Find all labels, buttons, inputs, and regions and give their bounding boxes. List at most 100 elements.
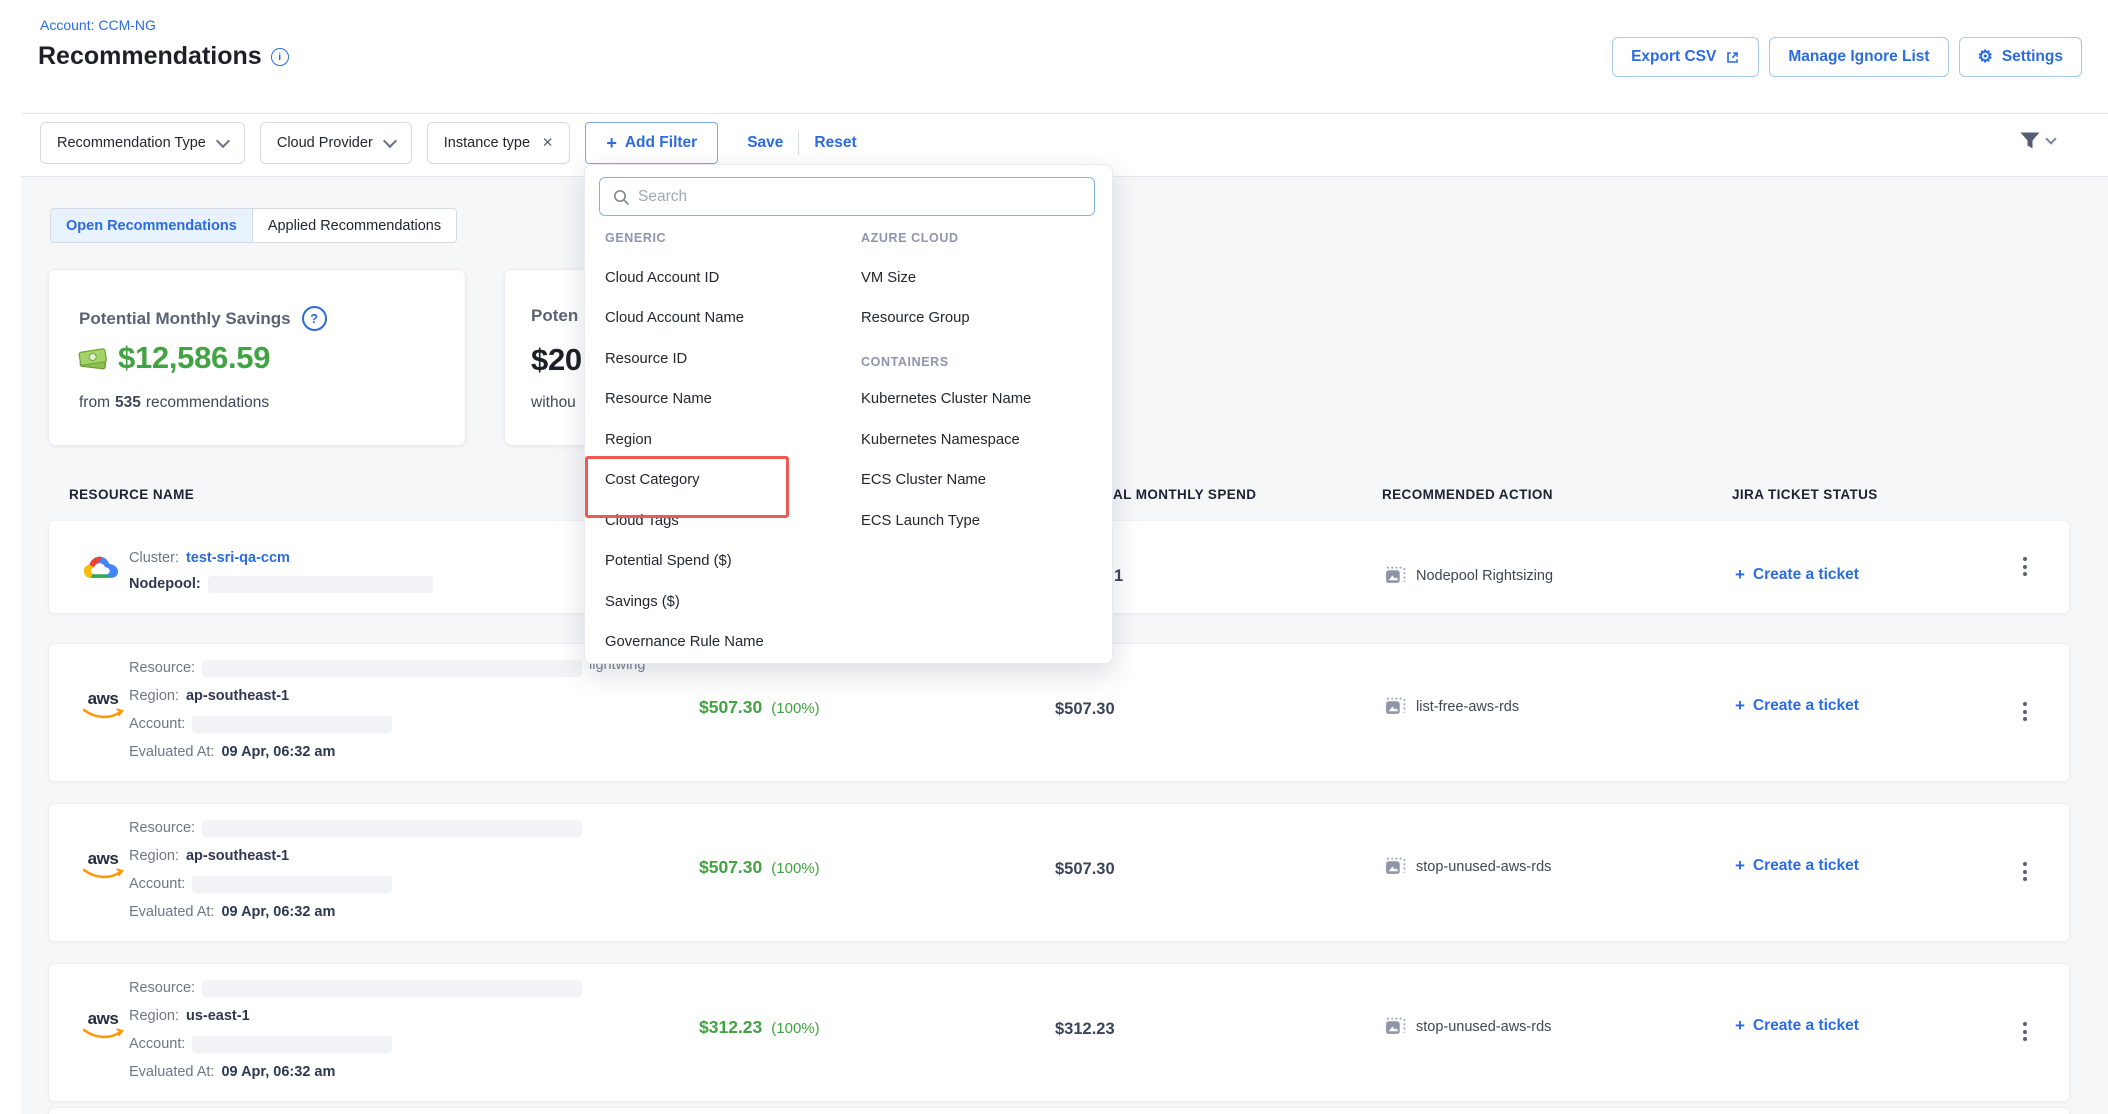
- table-row[interactable]: aws Resource: Region: ap-southeast-1 Acc…: [48, 803, 2070, 942]
- plus-icon: +: [1735, 856, 1745, 876]
- potential-monthly-savings-card: Potential Monthly Savings ? $12,586.59 f…: [48, 269, 466, 446]
- potential-savings-cell: $507.30 (100%): [699, 857, 820, 878]
- redacted-nodepool-value: [208, 576, 433, 593]
- savings-amount: $507.30: [699, 857, 762, 878]
- section-header-azure-cloud: AZURE CLOUD: [861, 231, 959, 245]
- filter-option-savings[interactable]: Savings ($): [605, 594, 680, 610]
- filter-option-ecs-cluster-name[interactable]: ECS Cluster Name: [861, 472, 986, 488]
- total-monthly-spend-cell: $312.23: [1055, 1020, 1115, 1039]
- section-header-generic: GENERIC: [605, 231, 666, 245]
- evaluated-at-label: Evaluated At:: [129, 1064, 214, 1080]
- evaluated-at-label: Evaluated At:: [129, 744, 214, 760]
- region-value: us-east-1: [186, 1008, 250, 1024]
- filter-chip-instance-type[interactable]: Instance type ✕: [427, 122, 571, 164]
- recommended-action-label: Nodepool Rightsizing: [1416, 568, 1553, 584]
- filter-option-ecs-launch-type[interactable]: ECS Launch Type: [861, 513, 980, 529]
- partial-card-value: $20: [531, 342, 582, 378]
- create-ticket-label: Create a ticket: [1753, 1017, 1859, 1035]
- reset-filter-link[interactable]: Reset: [814, 134, 856, 152]
- row-menu-button[interactable]: [2017, 856, 2033, 887]
- filter-option-resource-name[interactable]: Resource Name: [605, 391, 712, 407]
- create-ticket-label: Create a ticket: [1753, 566, 1859, 584]
- tab-label: Applied Recommendations: [268, 218, 441, 234]
- tab-open-recommendations[interactable]: Open Recommendations: [51, 209, 253, 242]
- row-menu-button[interactable]: [2017, 696, 2033, 727]
- recommendations-page: Account: CCM-NG Recommendations i Export…: [0, 0, 2108, 1114]
- recommended-action-cell: Nodepool Rightsizing: [1385, 566, 1553, 585]
- evaluated-at-label: Evaluated At:: [129, 904, 214, 920]
- recommended-action-cell: list-free-aws-rds: [1385, 697, 1519, 716]
- savings-amount: $312.23: [699, 1017, 762, 1038]
- filter-option-cloud-account-name[interactable]: Cloud Account Name: [605, 310, 744, 326]
- add-filter-button[interactable]: + Add Filter: [585, 122, 718, 164]
- filter-option-vm-size[interactable]: VM Size: [861, 270, 916, 286]
- chevron-down-icon[interactable]: [2045, 133, 2056, 144]
- recommendation-type-icon: [1385, 1017, 1406, 1036]
- recommendation-type-icon: [1385, 857, 1406, 876]
- info-icon[interactable]: i: [271, 48, 289, 66]
- create-ticket-button[interactable]: + Create a ticket: [1735, 1016, 1859, 1036]
- redacted-account-value: [192, 1036, 392, 1053]
- row-menu-button[interactable]: [2017, 1016, 2033, 1047]
- create-ticket-button[interactable]: + Create a ticket: [1735, 565, 1859, 585]
- external-link-icon: [1725, 50, 1740, 65]
- export-csv-label: Export CSV: [1631, 48, 1716, 66]
- help-icon[interactable]: ?: [302, 306, 327, 331]
- aws-icon: aws: [80, 1012, 126, 1044]
- divider: [798, 131, 799, 155]
- filter-option-kubernetes-cluster-name[interactable]: Kubernetes Cluster Name: [861, 391, 1031, 407]
- filter-option-governance-rule-name[interactable]: Governance Rule Name: [605, 634, 764, 650]
- filter-panel-toggle[interactable]: [2019, 131, 2055, 150]
- breadcrumb[interactable]: Account: CCM-NG: [40, 17, 156, 33]
- create-ticket-button[interactable]: + Create a ticket: [1735, 696, 1859, 716]
- recommendations-tabs: Open Recommendations Applied Recommendat…: [50, 208, 457, 243]
- aws-icon: aws: [80, 852, 126, 884]
- cost-category-highlight-box: [585, 456, 789, 518]
- header-divider: [21, 113, 2108, 114]
- export-csv-button[interactable]: Export CSV: [1612, 37, 1759, 77]
- filter-option-resource-id[interactable]: Resource ID: [605, 351, 687, 367]
- tab-applied-recommendations[interactable]: Applied Recommendations: [253, 209, 456, 242]
- filter-funnel-icon: [2019, 131, 2041, 150]
- cluster-name-link[interactable]: test-sri-qa-ccm: [186, 550, 290, 566]
- evaluated-at-value: 09 Apr, 06:32 am: [221, 1064, 335, 1080]
- partial-card-title: Poten: [531, 306, 578, 326]
- chevron-down-icon[interactable]: [216, 134, 230, 148]
- resource-label: Resource:: [129, 820, 195, 836]
- filter-chip-recommendation-type[interactable]: Recommendation Type: [40, 122, 245, 164]
- savings-card-title: Potential Monthly Savings: [79, 309, 291, 329]
- region-value: ap-southeast-1: [186, 688, 289, 704]
- recommended-action-label: list-free-aws-rds: [1416, 699, 1519, 715]
- savings-percent: (100%): [771, 700, 819, 717]
- recommendation-type-icon: [1385, 697, 1406, 716]
- partial-card-sub: withou: [531, 394, 576, 412]
- create-ticket-button[interactable]: + Create a ticket: [1735, 856, 1859, 876]
- chevron-down-icon[interactable]: [383, 134, 397, 148]
- dropdown-search[interactable]: [599, 177, 1095, 216]
- redacted-account-value: [192, 716, 392, 733]
- close-icon[interactable]: ✕: [542, 135, 553, 151]
- search-input[interactable]: [638, 188, 1082, 206]
- plus-icon: +: [606, 133, 617, 154]
- filter-option-region[interactable]: Region: [605, 432, 652, 448]
- manage-ignore-list-button[interactable]: Manage Ignore List: [1769, 37, 1948, 77]
- account-label: Account:: [129, 716, 185, 732]
- save-filter-link[interactable]: Save: [747, 134, 783, 152]
- gear-icon: ⚙: [1978, 47, 1993, 67]
- filter-option-potential-spend[interactable]: Potential Spend ($): [605, 553, 732, 569]
- chip-label: Cloud Provider: [277, 135, 373, 151]
- resource-label: Resource:: [129, 660, 195, 676]
- filter-option-resource-group[interactable]: Resource Group: [861, 310, 970, 326]
- column-header-jira-ticket-status: JIRA TICKET STATUS: [1732, 487, 1878, 502]
- plus-icon: +: [1735, 696, 1745, 716]
- column-header-recommended-action: RECOMMENDED ACTION: [1382, 487, 1553, 502]
- recommended-action-label: stop-unused-aws-rds: [1416, 859, 1551, 875]
- filter-option-cloud-account-id[interactable]: Cloud Account ID: [605, 270, 719, 286]
- settings-button[interactable]: ⚙ Settings: [1959, 37, 2082, 77]
- filter-option-kubernetes-namespace[interactable]: Kubernetes Namespace: [861, 432, 1020, 448]
- row-menu-button[interactable]: [2017, 551, 2033, 582]
- account-label: Account:: [129, 876, 185, 892]
- filter-chip-cloud-provider[interactable]: Cloud Provider: [260, 122, 412, 164]
- table-row[interactable]: aws Resource: Region: us-east-1 Account:…: [48, 963, 2070, 1102]
- chip-label: Instance type: [444, 135, 530, 151]
